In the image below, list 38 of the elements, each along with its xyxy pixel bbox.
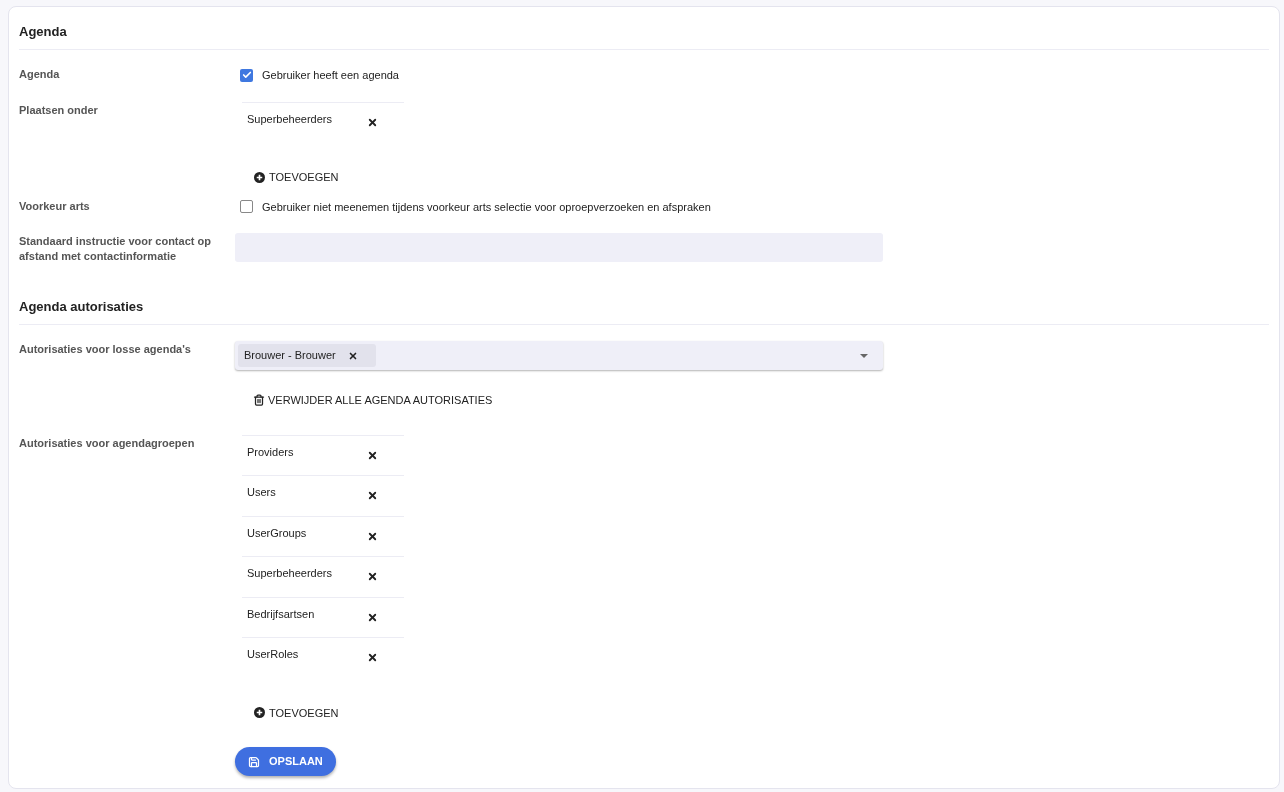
remove-icon[interactable] [367,530,378,542]
add-button[interactable]: TOEVOEGEN [254,702,339,723]
checkbox[interactable] [240,200,253,214]
save-button[interactable]: OPSLAAN [235,747,336,776]
remove-icon[interactable] [367,449,378,461]
remove-icon[interactable] [347,350,358,361]
list-item-label: UserRoles [247,647,300,662]
save-icon [248,755,260,768]
list-item-label: Users [247,485,277,500]
delete-all-button[interactable]: VERWIJDER ALLE AGENDA AUTORISATIES [253,390,493,411]
field-label: Plaatsen onder [19,102,99,118]
list-item-label: UserGroups [247,525,308,541]
list-item-label: Superbeheerders [247,566,333,581]
remove-icon[interactable] [367,490,378,501]
trash-icon [253,394,265,407]
list-item-label: Providers [247,444,295,460]
checkbox[interactable] [240,68,253,82]
multi-select-field[interactable]: Brouwer - Brouwer [235,341,883,370]
field-label: Standaard instructie voor contact op afstand met contactinformatie [19,234,212,264]
field-label: Agenda [19,67,61,82]
dropdown-caret-icon [860,353,868,358]
checkbox-label: Gebruiker heeft een agenda [262,68,399,83]
remove-icon[interactable] [367,652,378,663]
add-button[interactable]: TOEVOEGEN [254,167,339,188]
list-item-label: Superbeheerders [247,111,333,127]
section-title: Agenda [19,24,67,39]
plus-circle-icon [254,171,265,183]
list-item-label: Bedrijfsartsen [247,606,316,622]
checkbox-label: Gebruiker niet meenemen tijdens voorkeur arts selectie voor oproepverzoeken en afspraken [262,199,711,215]
remove-icon[interactable] [367,611,378,623]
plus-circle-icon [254,707,265,719]
field-label: Autorisaties voor agendagroepen [19,435,196,451]
remove-icon[interactable] [367,571,378,582]
chip-label: Brouwer - Brouwer [244,348,336,364]
section-title: Agenda autorisaties [19,299,144,314]
field-label: Voorkeur arts [19,198,91,214]
field-label: Autorisaties voor losse agenda's [19,342,192,357]
remove-icon[interactable] [367,116,378,128]
